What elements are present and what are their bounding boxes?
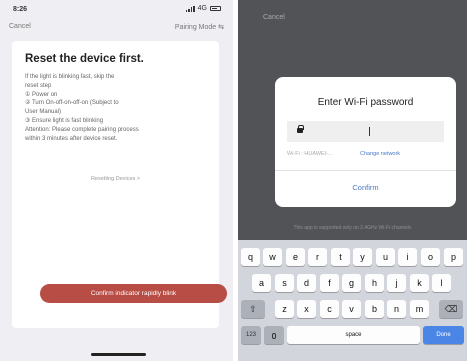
key-v[interactable]: v: [342, 300, 361, 318]
key-l[interactable]: l: [432, 274, 451, 292]
left-phone-screen: 8:26 4G Cancel Pairing Mode ⇆ Reset the …: [0, 0, 233, 361]
cancel-button[interactable]: Cancel: [263, 14, 285, 21]
status-time: 8:26: [13, 6, 28, 13]
key-k[interactable]: k: [410, 274, 429, 292]
battery-icon: [210, 6, 221, 11]
instruction-line: ② Turn On-off-on-off-on (Subject to: [25, 100, 119, 107]
current-network-label: Wi-Fi : HUAWEI-...: [287, 151, 333, 157]
instruction-line: ③ Ensure light is fast blinking: [25, 117, 104, 124]
signal-icon: [185, 5, 195, 12]
key-z[interactable]: z: [275, 300, 294, 318]
space-key[interactable]: space: [287, 326, 420, 344]
key-e[interactable]: e: [286, 248, 305, 266]
text-cursor: [369, 127, 370, 136]
lock-icon: [297, 125, 304, 136]
shift-key[interactable]: ⇧: [241, 300, 265, 318]
key-h[interactable]: h: [365, 274, 384, 292]
resetting-devices-link[interactable]: Resetting Devices >: [12, 176, 219, 182]
pairing-mode-button[interactable]: Pairing Mode ⇆: [175, 23, 224, 31]
instruction-line: within 3 minutes after device reset.: [25, 135, 118, 142]
change-network-link[interactable]: Change network: [360, 151, 400, 157]
mic-key[interactable]: [264, 326, 284, 344]
key-r[interactable]: r: [308, 248, 327, 266]
instruction-text: If the light is blinking fast, skip the …: [25, 73, 209, 143]
page-title: Reset the device first.: [25, 53, 144, 65]
status-bar: 8:26 4G: [0, 0, 233, 18]
done-key[interactable]: Done: [423, 326, 464, 344]
network-type: 4G: [197, 5, 207, 12]
wifi-password-input[interactable]: [287, 121, 444, 142]
key-u[interactable]: u: [376, 248, 395, 266]
key-m[interactable]: m: [410, 300, 429, 318]
switch-arrows-icon: ⇆: [218, 24, 224, 31]
cancel-button[interactable]: Cancel: [9, 23, 31, 30]
instruction-line: Attention: Please complete pairing proce…: [25, 126, 139, 133]
instruction-line: reset step: [25, 82, 52, 89]
key-n[interactable]: n: [387, 300, 406, 318]
microphone-icon: [272, 333, 276, 339]
key-b[interactable]: b: [365, 300, 384, 318]
key-i[interactable]: i: [398, 248, 417, 266]
instruction-line: If the light is blinking fast, skip the: [25, 74, 115, 80]
key-a[interactable]: a: [252, 274, 271, 292]
status-icons: 4G: [185, 5, 221, 12]
right-phone-screen: Cancel Enter Wi-Fi password Wi-Fi : HUAW…: [238, 0, 467, 361]
pairing-mode-label: Pairing Mode: [174, 24, 217, 31]
key-t[interactable]: t: [331, 248, 350, 266]
confirm-blink-button[interactable]: Confirm indicator rapidly blink: [40, 284, 227, 303]
backspace-key[interactable]: ⌫: [439, 300, 463, 318]
key-j[interactable]: j: [387, 274, 406, 292]
numbers-key[interactable]: 123: [241, 326, 261, 344]
keyboard: q w e r t y u i o p a s d f g h j k l ⇧ …: [238, 240, 467, 361]
key-p[interactable]: p: [444, 248, 463, 266]
instruction-line: User Manual): [25, 109, 62, 116]
home-indicator[interactable]: [91, 353, 146, 356]
key-q[interactable]: q: [241, 248, 260, 266]
key-c[interactable]: c: [320, 300, 339, 318]
key-x[interactable]: x: [297, 300, 316, 318]
dialog-title: Enter Wi-Fi password: [317, 97, 414, 108]
nav-bar: Cancel Pairing Mode ⇆: [0, 20, 233, 34]
divider: [275, 170, 456, 171]
key-f[interactable]: f: [320, 274, 339, 292]
wifi-support-note: This app is supported only on 2.4GHz Wi-…: [293, 225, 412, 231]
key-d[interactable]: d: [297, 274, 316, 292]
key-s[interactable]: s: [275, 274, 294, 292]
key-w[interactable]: w: [263, 248, 282, 266]
key-o[interactable]: o: [421, 248, 440, 266]
key-y[interactable]: y: [353, 248, 372, 266]
confirm-button[interactable]: Confirm: [275, 183, 456, 192]
instruction-line: ① Power on: [25, 91, 58, 98]
wifi-password-dialog: Enter Wi-Fi password Wi-Fi : HUAWEI-... …: [275, 77, 456, 207]
key-g[interactable]: g: [342, 274, 361, 292]
